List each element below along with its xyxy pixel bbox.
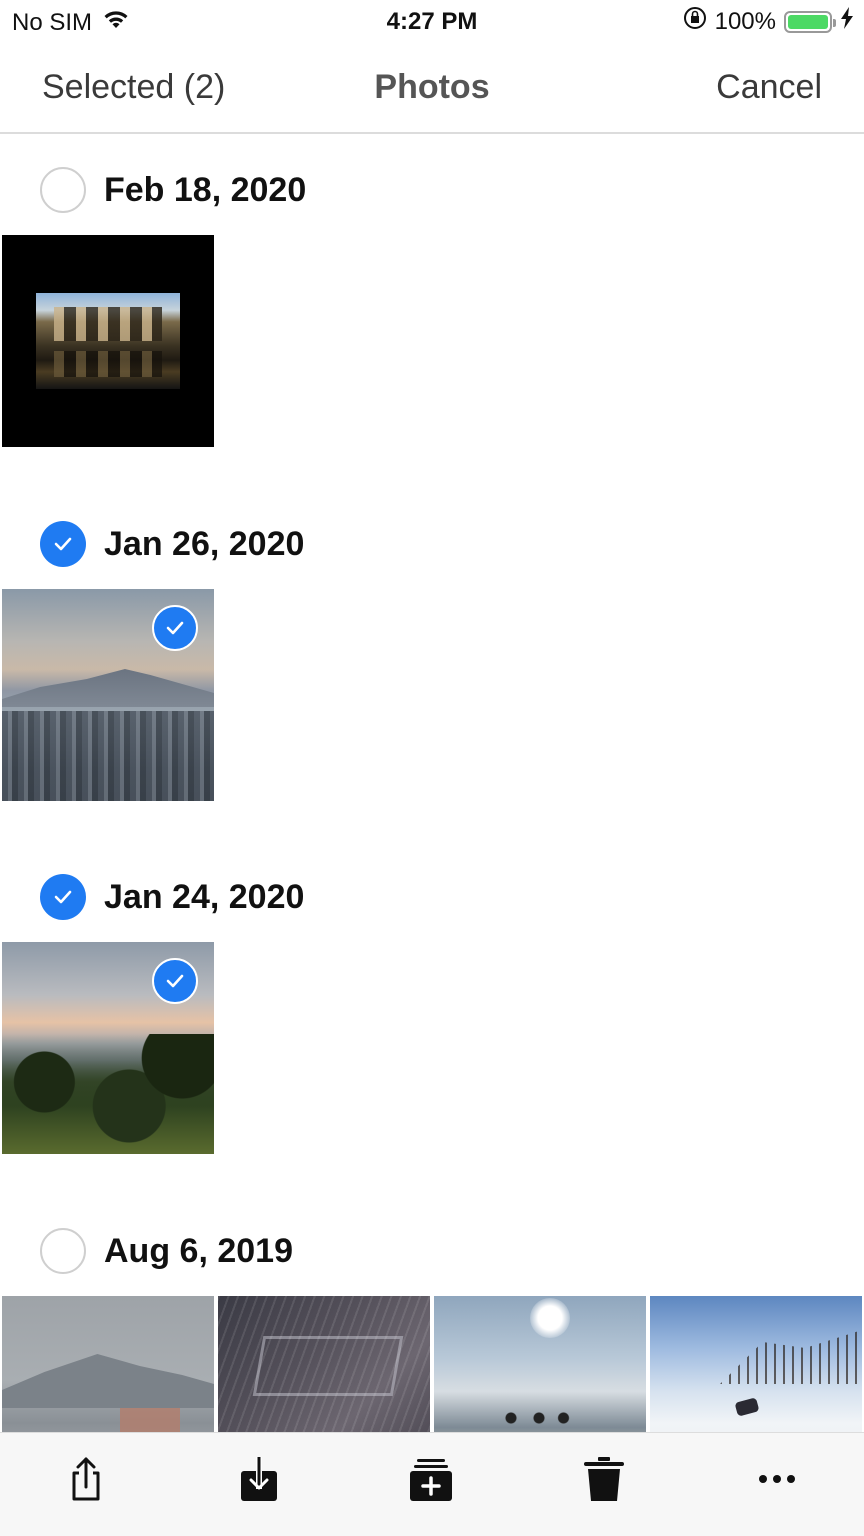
section-header: Feb 18, 2020 — [40, 167, 307, 213]
battery-fill — [788, 14, 828, 29]
photo-grid — [2, 942, 214, 1154]
bottom-toolbar — [0, 1432, 864, 1536]
download-icon — [241, 1457, 277, 1501]
photo-selected-check[interactable] — [152, 958, 198, 1004]
checkmark-icon — [166, 974, 184, 988]
select-section-circle[interactable] — [40, 874, 86, 920]
more-button[interactable] — [745, 1447, 809, 1511]
status-left: No SIM — [12, 8, 130, 37]
section-header: Aug 6, 2019 — [40, 1228, 293, 1274]
section-header: Jan 24, 2020 — [40, 874, 305, 920]
checkmark-icon — [54, 890, 72, 904]
orientation-lock-icon — [683, 6, 707, 37]
photo-thumbnail[interactable] — [2, 942, 214, 1154]
section-date: Feb 18, 2020 — [104, 170, 307, 209]
checkmark-icon — [54, 537, 72, 551]
photo-architecture — [36, 293, 180, 389]
add-to-album-icon — [410, 1459, 452, 1501]
delete-button[interactable] — [572, 1447, 636, 1511]
photo-selected-check[interactable] — [152, 605, 198, 651]
select-section-circle[interactable] — [40, 1228, 86, 1274]
carrier-label: No SIM — [12, 8, 93, 36]
add-to-album-button[interactable] — [399, 1447, 463, 1511]
photo-thumbnail[interactable] — [2, 589, 214, 801]
download-button[interactable] — [227, 1447, 291, 1511]
share-button[interactable] — [54, 1447, 118, 1511]
status-bar: No SIM 4:27 PM 100% — [0, 0, 864, 44]
battery-icon — [784, 10, 836, 33]
photo-thumbnail[interactable] — [2, 235, 214, 447]
charging-bolt-icon — [840, 7, 854, 36]
cancel-button[interactable]: Cancel — [716, 68, 822, 107]
select-section-circle[interactable] — [40, 167, 86, 213]
more-icon — [759, 1475, 795, 1483]
nav-bar: Selected (2) Photos Cancel — [0, 44, 864, 134]
trash-icon — [584, 1457, 624, 1501]
section-date: Aug 6, 2019 — [104, 1231, 293, 1270]
share-icon — [72, 1457, 100, 1501]
section-header: Jan 26, 2020 — [40, 521, 305, 567]
checkmark-icon — [166, 621, 184, 635]
photo-grid — [2, 235, 214, 447]
section-date: Jan 24, 2020 — [104, 877, 305, 916]
select-section-circle[interactable] — [40, 521, 86, 567]
section-date: Jan 26, 2020 — [104, 524, 305, 563]
photo-grid — [2, 589, 214, 801]
wifi-icon — [102, 8, 130, 37]
battery-percent: 100% — [714, 7, 776, 35]
status-right: 100% — [683, 6, 854, 37]
